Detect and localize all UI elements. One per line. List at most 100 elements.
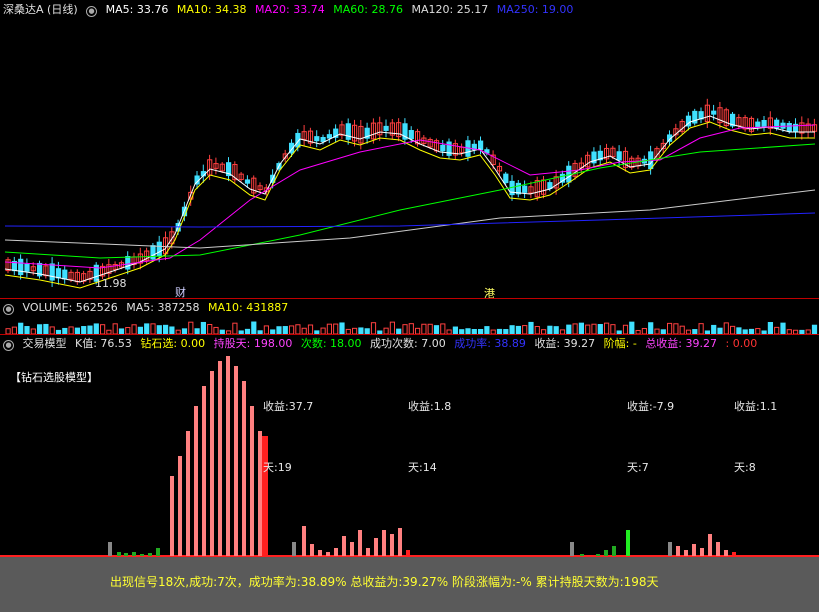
ann-days-4: 天:8	[734, 461, 756, 474]
signal-bar	[148, 553, 152, 556]
volume-bar	[780, 322, 786, 335]
signal-bar	[406, 550, 410, 556]
candle	[478, 140, 484, 151]
volume-bar	[163, 324, 169, 335]
volume-bar	[534, 325, 540, 335]
volume-bar	[131, 324, 137, 335]
signal-bar	[580, 554, 584, 556]
signal-bar	[218, 361, 222, 556]
volume-bar	[251, 321, 257, 335]
volume-bar	[156, 325, 162, 335]
volume-bar	[767, 321, 773, 335]
volume-bar	[81, 326, 87, 335]
price-chart[interactable]	[0, 0, 819, 300]
signal-bar	[258, 431, 262, 556]
candle	[49, 263, 55, 281]
signal-bar	[708, 534, 712, 556]
volume-bar	[307, 324, 314, 335]
signal-bar	[186, 431, 190, 556]
volume-bar	[811, 324, 818, 335]
signal-bar	[210, 371, 214, 556]
signal-bar	[326, 552, 330, 556]
signal-bar	[612, 546, 616, 556]
signal-bar	[242, 381, 246, 556]
volume-bar	[433, 325, 440, 335]
signal-bar	[194, 406, 198, 556]
signal-bar	[202, 386, 206, 556]
volume-bar	[11, 326, 17, 335]
signal-bar	[310, 544, 314, 556]
volume-bar	[68, 326, 74, 335]
volume-bar	[137, 326, 144, 335]
candle	[326, 134, 332, 139]
candle	[55, 268, 62, 279]
volume-bar	[93, 323, 99, 335]
ma250-line	[4, 212, 816, 228]
volume-bar	[578, 322, 584, 335]
volume-bar	[402, 324, 408, 335]
divider-1	[0, 298, 819, 299]
candle	[522, 185, 528, 193]
candle	[761, 120, 767, 128]
ann-days-3: 天:7	[627, 461, 649, 474]
signal-bar	[626, 530, 630, 556]
volume-bar	[18, 322, 24, 335]
volume-bar	[610, 324, 616, 335]
divider-2	[0, 334, 819, 335]
ann-days-1: 天:19	[263, 461, 292, 474]
volume-bar	[408, 323, 414, 335]
candle	[18, 258, 24, 276]
volume-bar	[326, 323, 332, 335]
volume-bar	[553, 326, 559, 335]
signal-bar	[732, 552, 736, 556]
volume-bar	[547, 325, 553, 335]
signal-bar	[334, 548, 338, 556]
volume-bar	[484, 326, 490, 335]
signal-bar	[570, 542, 574, 556]
signal-bar	[350, 542, 354, 556]
candle	[503, 173, 509, 184]
volume-bar	[333, 323, 339, 335]
volume-bar	[572, 323, 578, 335]
candle	[125, 256, 131, 270]
volume-bar	[509, 325, 515, 335]
volume-bar	[622, 324, 629, 335]
candle	[711, 110, 717, 115]
ann-gain-3: 收益:-7.9	[627, 400, 675, 413]
candle	[786, 123, 792, 132]
candle	[383, 125, 389, 131]
volume-bar	[452, 326, 458, 335]
signal-bar	[684, 550, 688, 556]
signal-bar	[366, 548, 370, 556]
ma120-line	[4, 189, 816, 249]
signal-bar	[596, 554, 600, 556]
signal-bar	[604, 550, 608, 556]
volume-bar	[169, 326, 175, 335]
signal-bar	[374, 538, 378, 556]
signal-bar	[382, 530, 386, 556]
signal-bar	[668, 542, 672, 556]
signal-bar	[108, 542, 112, 556]
signal-bar	[226, 356, 230, 556]
candle	[62, 269, 68, 280]
signal-bar	[358, 530, 362, 556]
ann-days-2: 天:14	[408, 461, 437, 474]
signal-bar	[234, 366, 238, 556]
signal-bar	[700, 548, 704, 556]
candle	[314, 136, 320, 142]
signal-bar	[178, 456, 182, 556]
indicator-chart[interactable]	[0, 340, 819, 560]
signal-bar	[318, 550, 322, 556]
volume-bar	[730, 325, 736, 335]
signal-bar	[342, 536, 346, 556]
volume-bar	[673, 323, 679, 335]
signal-bar	[132, 552, 136, 556]
volume-bar	[440, 323, 446, 335]
signal-bar	[292, 542, 296, 556]
volume-bar	[585, 324, 591, 335]
signal-bar	[676, 546, 680, 556]
volume-chart[interactable]	[0, 300, 819, 336]
volume-bar	[24, 326, 30, 335]
volume-bar	[150, 323, 156, 335]
ma20-line	[4, 124, 816, 269]
